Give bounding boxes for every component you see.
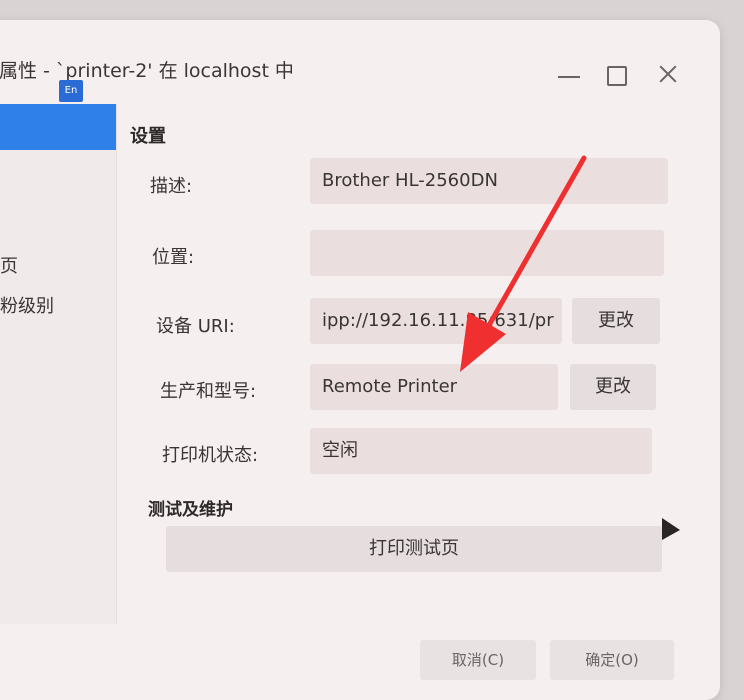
input-method-icon[interactable]: En (59, 80, 83, 102)
location-field[interactable] (310, 230, 664, 276)
ok-button[interactable]: 确定(O) (550, 640, 674, 680)
description-field[interactable] (310, 158, 668, 204)
printer-status-label: 打印机状态: (162, 445, 259, 466)
printer-status-field: 空闲 (310, 428, 652, 474)
description-label: 描述: (150, 176, 193, 197)
make-model-field: Remote Printer (310, 364, 558, 410)
settings-section-title: 设置 (130, 126, 166, 147)
cancel-button[interactable]: 取消(C) (420, 640, 536, 680)
sidebar: 页 粉级别 (0, 104, 117, 624)
window-title: 机属性 - `printer-2' 在 localhost 中 (0, 60, 294, 82)
maintenance-section-title: 测试及维护 (148, 500, 233, 520)
device-uri-field[interactable] (310, 298, 562, 344)
sidebar-item-toner-level[interactable]: 粉级别 (0, 292, 54, 318)
maximize-icon[interactable] (604, 62, 630, 88)
make-model-label: 生产和型号: (160, 381, 257, 402)
change-model-button[interactable]: 更改 (570, 364, 656, 410)
device-uri-label: 设备 URI: (156, 316, 235, 337)
change-uri-button[interactable]: 更改 (572, 298, 660, 344)
sidebar-item-settings[interactable] (0, 104, 116, 150)
print-test-page-button[interactable]: 打印测试页 (166, 526, 662, 572)
sidebar-item-page[interactable]: 页 (0, 252, 18, 278)
location-label: 位置: (152, 247, 195, 268)
minimize-icon[interactable] (556, 62, 582, 88)
close-icon[interactable] (656, 62, 682, 88)
